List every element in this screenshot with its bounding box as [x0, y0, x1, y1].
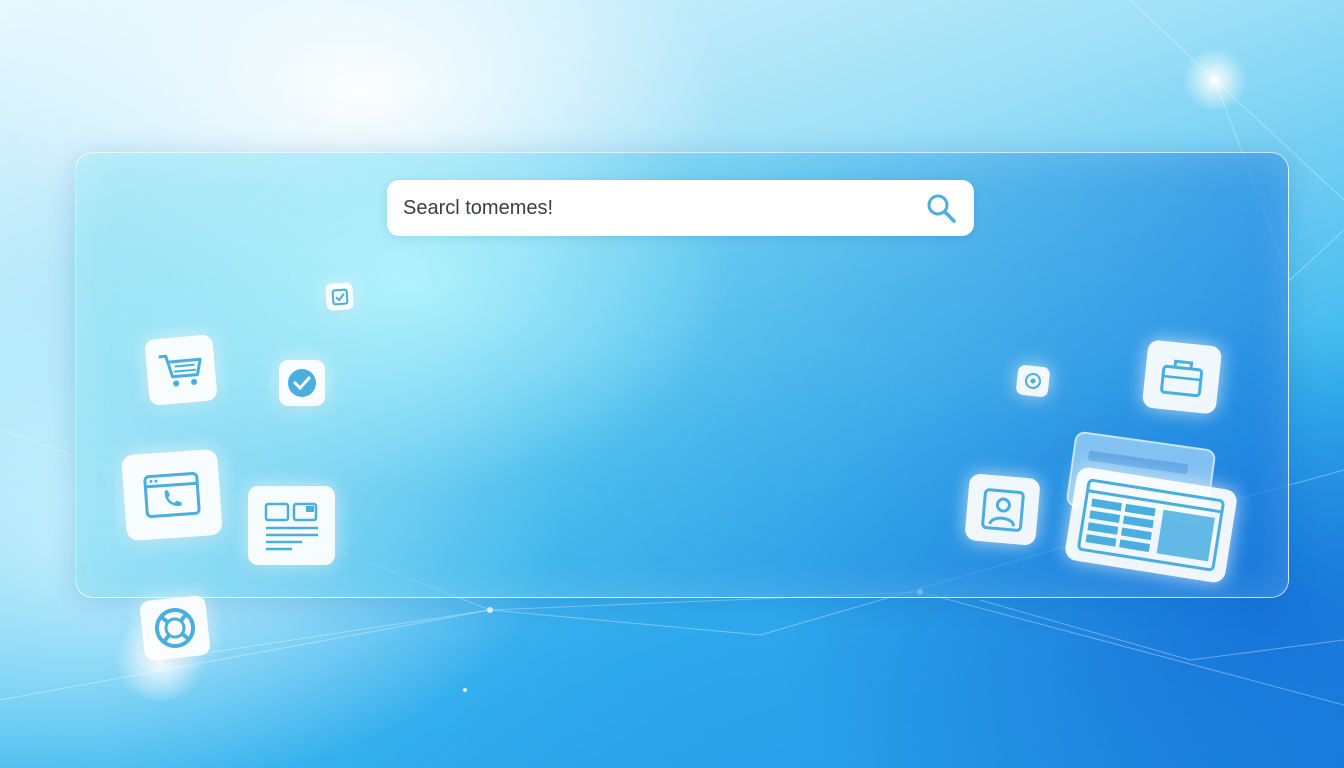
search-bar[interactable]: Searcl tomemes!	[387, 180, 974, 236]
shopping-cart-icon[interactable]	[144, 334, 218, 406]
light-glow	[1180, 50, 1250, 110]
check-circle-icon[interactable]	[279, 360, 325, 406]
layout-grid-icon[interactable]	[248, 486, 335, 565]
checkbox-check-icon[interactable]	[325, 282, 354, 311]
search-input[interactable]: Searcl tomemes!	[403, 180, 553, 236]
lifebuoy-icon[interactable]	[139, 594, 211, 662]
browser-window-icon[interactable]	[121, 448, 223, 542]
background-stage: Searcl tomemes!	[0, 0, 1344, 768]
user-profile-icon[interactable]	[964, 473, 1041, 546]
briefcase-icon[interactable]	[1141, 339, 1223, 415]
badge-icon[interactable]	[1015, 364, 1051, 398]
search-icon[interactable]	[924, 191, 958, 225]
